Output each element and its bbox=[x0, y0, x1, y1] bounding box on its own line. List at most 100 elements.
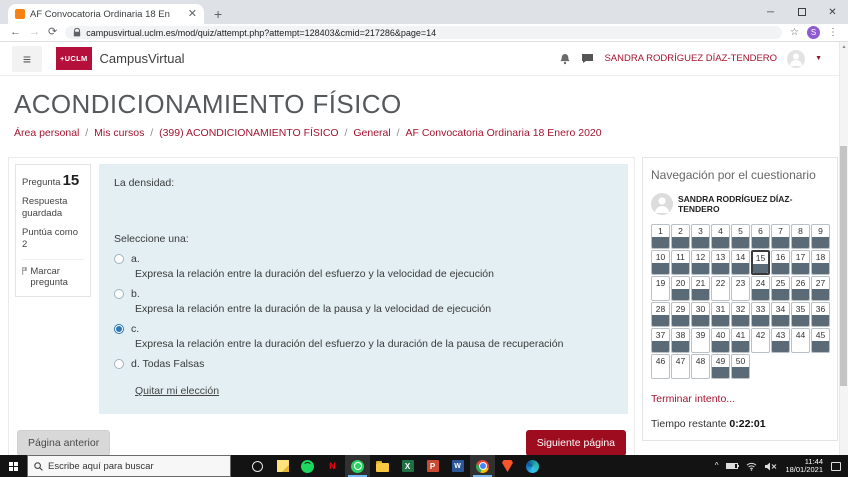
question-nav-button[interactable]: 1 bbox=[651, 224, 670, 249]
question-nav-button[interactable]: 26 bbox=[791, 276, 810, 301]
question-nav-button[interactable]: 11 bbox=[671, 250, 690, 275]
hamburger-menu-button[interactable]: ≡ bbox=[12, 45, 42, 72]
question-nav-button[interactable]: 30 bbox=[691, 302, 710, 327]
action-center-icon[interactable] bbox=[831, 461, 841, 471]
question-nav-button[interactable]: 44 bbox=[791, 328, 810, 353]
sticky-notes-icon[interactable] bbox=[270, 455, 295, 477]
question-nav-button[interactable]: 45 bbox=[811, 328, 830, 353]
back-icon[interactable]: ← bbox=[10, 27, 21, 38]
flag-question-link[interactable]: Marcar pregunta bbox=[22, 258, 84, 290]
question-nav-button[interactable]: 39 bbox=[691, 328, 710, 353]
question-nav-button[interactable]: 34 bbox=[771, 302, 790, 327]
question-nav-button[interactable]: 37 bbox=[651, 328, 670, 353]
taskbar-search-input[interactable]: Escribe aquí para buscar bbox=[27, 455, 231, 477]
question-nav-button[interactable]: 20 bbox=[671, 276, 690, 301]
question-nav-button[interactable]: 16 bbox=[771, 250, 790, 275]
question-nav-button[interactable]: 19 bbox=[651, 276, 670, 301]
option-radio-button[interactable] bbox=[114, 254, 124, 264]
question-nav-button[interactable]: 10 bbox=[651, 250, 670, 275]
close-button[interactable]: ✕ bbox=[817, 0, 848, 24]
next-page-button[interactable]: Siguiente página bbox=[525, 430, 626, 455]
question-nav-button[interactable]: 7 bbox=[771, 224, 790, 249]
refresh-icon[interactable]: ⟳ bbox=[48, 27, 57, 38]
breadcrumb-link[interactable]: AF Convocatoria Ordinaria 18 Enero 2020 bbox=[405, 127, 601, 139]
volume-muted-icon[interactable] bbox=[765, 462, 777, 471]
question-nav-button[interactable]: 2 bbox=[671, 224, 690, 249]
question-nav-button[interactable]: 48 bbox=[691, 354, 710, 379]
uclm-logo[interactable]: +UCLM bbox=[56, 47, 92, 70]
question-nav-button[interactable]: 32 bbox=[731, 302, 750, 327]
question-nav-button[interactable]: 38 bbox=[671, 328, 690, 353]
chrome-icon[interactable] bbox=[470, 455, 495, 477]
question-nav-button[interactable]: 12 bbox=[691, 250, 710, 275]
cortana-icon[interactable] bbox=[245, 455, 270, 477]
question-nav-button[interactable]: 8 bbox=[791, 224, 810, 249]
question-nav-button[interactable]: 35 bbox=[791, 302, 810, 327]
question-nav-button[interactable]: 36 bbox=[811, 302, 830, 327]
question-nav-button[interactable]: 6 bbox=[751, 224, 770, 249]
question-nav-button[interactable]: 25 bbox=[771, 276, 790, 301]
messages-icon[interactable] bbox=[581, 53, 594, 64]
tab-close-icon[interactable]: ✕ bbox=[188, 8, 197, 20]
finish-attempt-link[interactable]: Terminar intento... bbox=[651, 393, 829, 405]
scrollbar-up-arrow-icon[interactable]: ▲ bbox=[840, 42, 848, 51]
question-nav-button[interactable]: 21 bbox=[691, 276, 710, 301]
question-nav-button[interactable]: 43 bbox=[771, 328, 790, 353]
question-nav-button[interactable]: 3 bbox=[691, 224, 710, 249]
option-radio-button[interactable] bbox=[114, 359, 124, 369]
question-nav-button[interactable]: 41 bbox=[731, 328, 750, 353]
maximize-button[interactable] bbox=[786, 0, 817, 24]
previous-page-button[interactable]: Página anterior bbox=[17, 430, 111, 455]
question-nav-button[interactable]: 31 bbox=[711, 302, 730, 327]
question-nav-button[interactable]: 42 bbox=[751, 328, 770, 353]
browser-menu-icon[interactable]: ⋮ bbox=[828, 27, 838, 38]
breadcrumb-link[interactable]: Mis cursos bbox=[94, 127, 144, 139]
notifications-bell-icon[interactable] bbox=[559, 53, 571, 65]
bookmark-star-icon[interactable]: ☆ bbox=[790, 27, 799, 38]
whatsapp-icon[interactable] bbox=[345, 455, 370, 477]
question-nav-button[interactable]: 24 bbox=[751, 276, 770, 301]
scrollbar-thumb[interactable] bbox=[840, 146, 847, 386]
question-nav-button[interactable]: 49 bbox=[711, 354, 730, 379]
breadcrumb-link[interactable]: Área personal bbox=[14, 127, 79, 139]
question-nav-button[interactable]: 28 bbox=[651, 302, 670, 327]
question-nav-button[interactable]: 15 bbox=[751, 250, 770, 275]
edge-icon[interactable] bbox=[520, 455, 545, 477]
address-bar[interactable]: campusvirtual.uclm.es/mod/quiz/attempt.p… bbox=[65, 26, 783, 39]
excel-icon[interactable] bbox=[395, 455, 420, 477]
question-nav-button[interactable]: 9 bbox=[811, 224, 830, 249]
browser-tab[interactable]: AF Convocatoria Ordinaria 18 En ✕ bbox=[8, 4, 204, 24]
netflix-icon[interactable] bbox=[320, 455, 345, 477]
wifi-icon[interactable] bbox=[746, 462, 757, 471]
question-nav-button[interactable]: 4 bbox=[711, 224, 730, 249]
brave-icon[interactable] bbox=[495, 455, 520, 477]
new-tab-button[interactable]: + bbox=[214, 7, 222, 21]
question-nav-button[interactable]: 46 bbox=[651, 354, 670, 379]
spotify-icon[interactable] bbox=[295, 455, 320, 477]
option-radio-button[interactable] bbox=[114, 324, 124, 334]
question-nav-button[interactable]: 40 bbox=[711, 328, 730, 353]
forward-icon[interactable]: → bbox=[29, 27, 40, 38]
site-brand[interactable]: CampusVirtual bbox=[100, 51, 185, 66]
question-nav-button[interactable]: 13 bbox=[711, 250, 730, 275]
tray-expand-icon[interactable]: ^ bbox=[715, 462, 719, 470]
start-button[interactable] bbox=[0, 455, 27, 477]
breadcrumb-link[interactable]: General bbox=[353, 127, 390, 139]
question-nav-button[interactable]: 27 bbox=[811, 276, 830, 301]
question-nav-button[interactable]: 50 bbox=[731, 354, 750, 379]
question-nav-button[interactable]: 22 bbox=[711, 276, 730, 301]
header-avatar[interactable] bbox=[787, 49, 806, 68]
word-icon[interactable] bbox=[445, 455, 470, 477]
question-nav-button[interactable]: 17 bbox=[791, 250, 810, 275]
battery-icon[interactable] bbox=[726, 463, 740, 469]
question-nav-button[interactable]: 14 bbox=[731, 250, 750, 275]
taskbar-clock[interactable]: 11:44 18/01/2021 bbox=[785, 457, 823, 475]
minimize-button[interactable]: ─ bbox=[755, 0, 786, 24]
question-nav-button[interactable]: 18 bbox=[811, 250, 830, 275]
file-explorer-icon[interactable] bbox=[370, 455, 395, 477]
question-nav-button[interactable]: 23 bbox=[731, 276, 750, 301]
question-nav-button[interactable]: 5 bbox=[731, 224, 750, 249]
question-nav-button[interactable]: 47 bbox=[671, 354, 690, 379]
question-nav-button[interactable]: 33 bbox=[751, 302, 770, 327]
page-scrollbar[interactable]: ▲ bbox=[839, 42, 848, 455]
